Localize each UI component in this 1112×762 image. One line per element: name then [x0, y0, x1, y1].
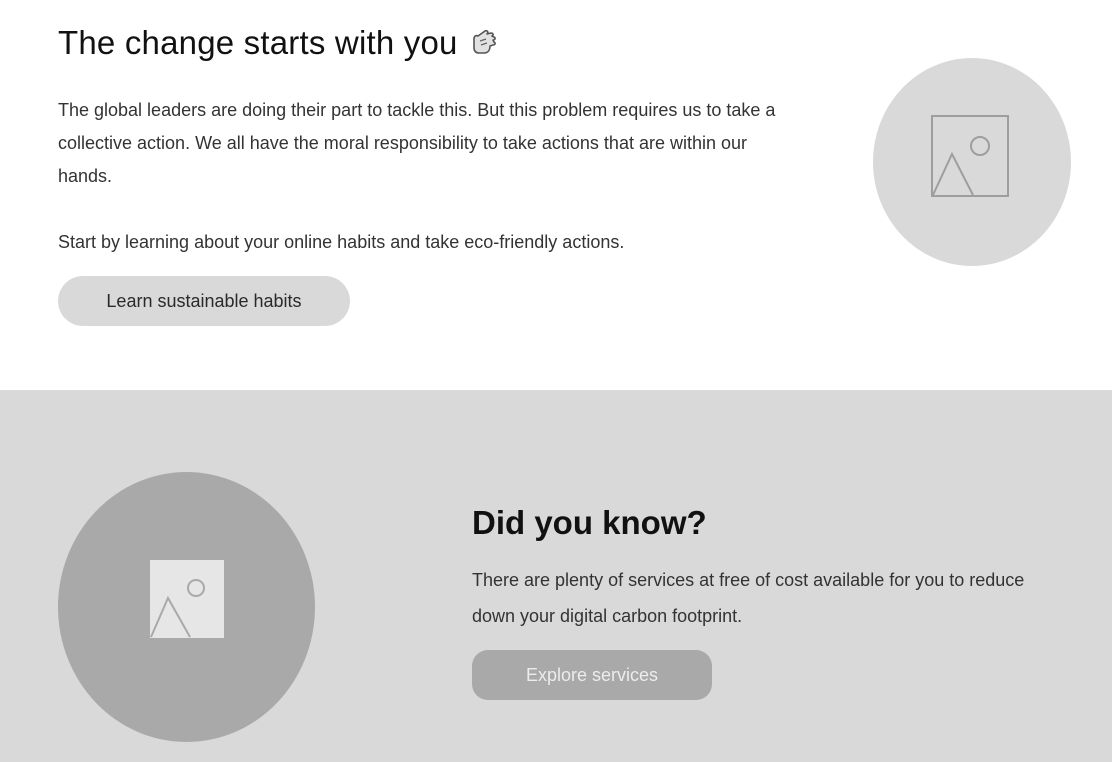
change-heading-text: The change starts with you — [58, 24, 458, 61]
pointing-hand-icon — [468, 25, 502, 59]
did-you-know-heading: Did you know? — [472, 504, 707, 541]
explore-services-button[interactable]: Explore services — [472, 650, 712, 700]
did-you-know-description: There are plenty of services at free of … — [472, 570, 1025, 626]
did-you-know-section: Did you know? There are plenty of servic… — [0, 390, 1112, 762]
change-section: The change starts with you The global le… — [0, 0, 1112, 390]
change-paragraph-1: The global leaders are doing their part … — [58, 100, 776, 186]
change-image — [873, 58, 1071, 266]
change-heading: The change starts with you — [58, 24, 502, 62]
change-paragraph-2: Start by learning about your online habi… — [58, 232, 625, 252]
image-placeholder-icon — [150, 560, 224, 638]
did-you-know-image — [58, 472, 315, 742]
image-placeholder-icon — [931, 115, 1009, 197]
page: The change starts with you The global le… — [0, 0, 1112, 762]
change-description: The global leaders are doing their part … — [58, 94, 798, 259]
learn-sustainable-habits-button[interactable]: Learn sustainable habits — [58, 276, 350, 326]
